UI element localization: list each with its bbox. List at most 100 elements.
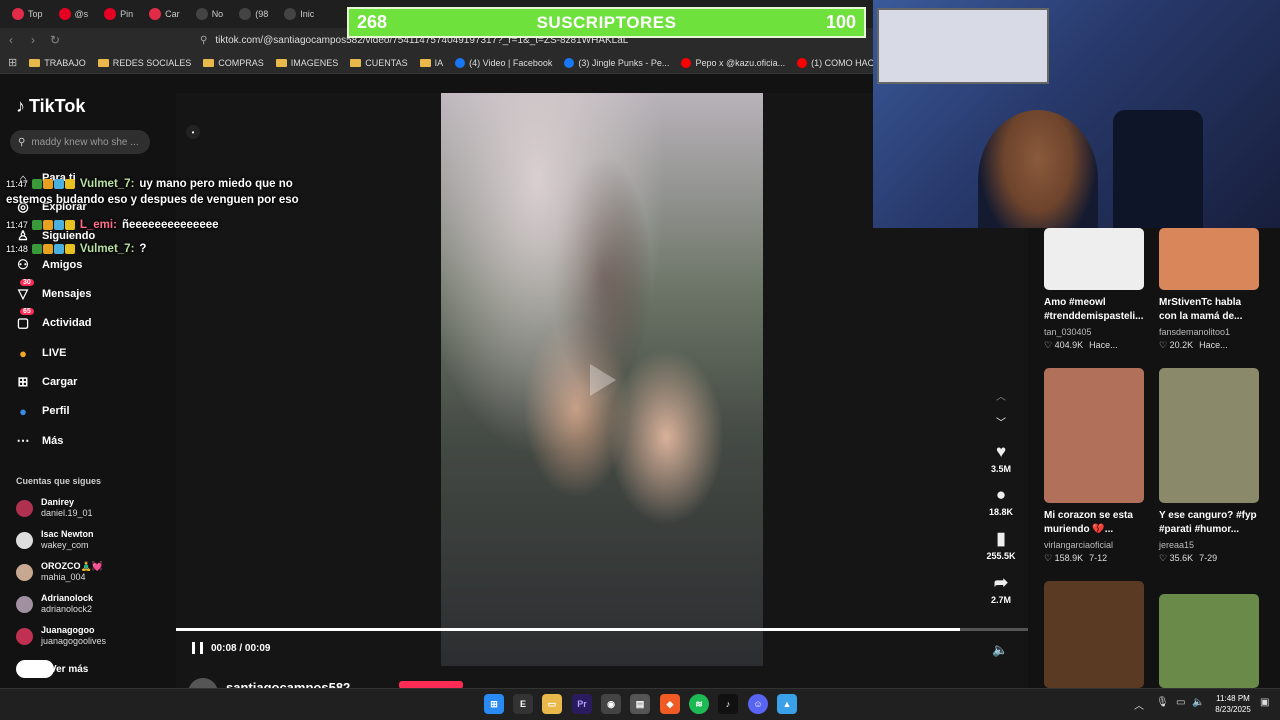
video-thumbnail[interactable] — [1044, 368, 1144, 503]
reload-icon[interactable]: ↻ — [44, 33, 66, 47]
tray-expand-icon[interactable]: ︿ — [1134, 697, 1144, 712]
video-title[interactable]: Y ese canguro? #fyp #parati #humor... — [1159, 509, 1259, 537]
nav-item[interactable]: ⊞ Cargar — [14, 371, 164, 393]
browser-tab[interactable]: Pin — [98, 3, 139, 25]
action-button[interactable]: ▮ 255.5K — [983, 529, 1019, 561]
apps-grid-icon[interactable]: ⊞ — [8, 56, 17, 69]
video-account[interactable]: virlangarciaoficial — [1044, 540, 1144, 550]
video-thumbnail[interactable] — [1044, 228, 1144, 290]
search-input[interactable]: ⚲ maddy knew who she ... — [10, 130, 150, 154]
pause-icon[interactable] — [192, 642, 203, 654]
account-handle: adrianolock2 — [41, 604, 93, 614]
following-account[interactable]: Juanagogoo juanagogoolives — [16, 622, 166, 650]
nav-item[interactable]: ⋯ Más — [14, 430, 164, 452]
bookmark-item[interactable]: CUENTAS — [350, 58, 408, 68]
video-account[interactable]: fansdemanolitoo1 — [1159, 327, 1259, 337]
following-account[interactable]: Danirey daniel.19_01 — [16, 494, 166, 522]
video-card[interactable]: Y ese canguro? #fyp #parati #humor... jer… — [1159, 368, 1259, 564]
video-account[interactable]: jereaa15 — [1159, 540, 1259, 550]
play-icon[interactable] — [590, 364, 616, 396]
back-icon[interactable]: ‹ — [0, 33, 22, 47]
nav-item[interactable]: ● Perfil — [14, 400, 164, 422]
chat-text: ? — [139, 243, 147, 255]
forward-icon[interactable]: › — [22, 33, 44, 47]
bookmark-item[interactable]: (3) Jingle Punks - Pe... — [564, 57, 669, 68]
bookmark-item[interactable]: IA — [419, 58, 443, 68]
video-thumbnail[interactable] — [1159, 594, 1259, 688]
following-account[interactable]: Isac Newton wakey_com — [16, 526, 166, 554]
bookmark-item[interactable]: TRABAJO — [29, 58, 86, 68]
recycle-bin-icon[interactable]: ▤ — [630, 694, 650, 714]
bookmark-item[interactable]: COMPRAS — [203, 58, 264, 68]
windows-start-icon[interactable]: ⊞ — [484, 694, 504, 714]
chevron-up-icon[interactable]: ︿ — [994, 388, 1008, 403]
tab-label: @s — [74, 9, 89, 19]
premiere-icon[interactable]: Pr — [572, 694, 592, 714]
bookmark-item[interactable]: REDES SOCIALES — [97, 58, 191, 68]
site-info-icon[interactable]: ⚲ — [200, 35, 207, 46]
video-title[interactable]: Amo #meowl #trenddemispasteli... — [1044, 296, 1144, 324]
browser-tab[interactable]: No — [190, 3, 230, 25]
video-thumbnail[interactable] — [1159, 228, 1259, 290]
nav-item[interactable]: ⚇ Amigos — [14, 254, 164, 276]
bookmark-icon: ▮ — [996, 529, 1006, 548]
discord-icon[interactable]: ☺ — [748, 694, 768, 714]
browser-tab[interactable]: (98 — [233, 3, 274, 25]
folder-icon — [419, 58, 431, 67]
notification-icon[interactable]: ▣ — [1260, 697, 1269, 708]
spotify-icon[interactable]: ≋ — [689, 694, 709, 714]
video-title[interactable]: MrStivenTc habla con la mamá de... — [1159, 296, 1259, 324]
bookmark-item[interactable]: (4) Video | Facebook — [455, 57, 553, 68]
action-count: 18.8K — [988, 507, 1014, 517]
nav-item[interactable]: ● LIVE — [14, 342, 164, 364]
video-thumbnail[interactable] — [1159, 368, 1259, 503]
tab-label: Top — [28, 9, 43, 19]
file-explorer-icon[interactable]: ▭ — [542, 694, 562, 714]
nav-item[interactable]: ▢ 65 Actividad — [14, 308, 164, 334]
bookmark-item[interactable]: IMAGENES — [275, 58, 338, 68]
microphone-icon[interactable]: 🎙 — [1156, 697, 1169, 708]
tiktok-app-icon[interactable]: ♪ — [718, 694, 738, 714]
video-card[interactable]: Mi corazon se esta muriendo 💔... virlanga… — [1044, 368, 1144, 564]
taskbar-clock[interactable]: 11:48 PM 8/23/2025 — [1208, 693, 1258, 715]
video-progress-bar[interactable] — [176, 628, 1028, 631]
chat-badge-icon — [42, 178, 53, 189]
chat-badge-icon — [42, 243, 53, 254]
chevron-down-icon[interactable]: ﹀ — [994, 414, 1008, 429]
video-card[interactable]: Amo #meowl #trenddemispasteli... tan_0304… — [1044, 228, 1144, 351]
folder-icon — [29, 58, 41, 67]
epic-games-icon[interactable]: E — [513, 694, 533, 714]
volume-icon[interactable]: 🔈 — [992, 642, 1008, 658]
see-more-link[interactable]: Ver más — [16, 660, 88, 678]
browser-tab[interactable]: Car — [143, 3, 186, 25]
video-thumbnail[interactable] — [1044, 581, 1144, 688]
video-account[interactable]: tan_030405 — [1044, 327, 1144, 337]
tiktok-logo[interactable]: ♪ TikTok — [16, 96, 85, 117]
photos-icon[interactable]: ▲ — [777, 694, 797, 714]
chat-badge-icon — [31, 219, 42, 230]
chat-badge-icon — [64, 243, 75, 254]
bookmark-item[interactable]: Pepo x @kazu.oficia... — [681, 57, 785, 68]
speaker-icon[interactable]: 🔈 — [1192, 697, 1204, 708]
info-icon[interactable]: • — [186, 125, 200, 139]
browser-tab[interactable]: Top — [6, 3, 49, 25]
likes-count: ♡ 35.6K — [1159, 553, 1194, 563]
nav-item[interactable]: ▽ 30 Mensajes — [14, 279, 164, 305]
brave-browser-icon[interactable]: ◆ — [660, 694, 680, 714]
network-icon[interactable]: ▭ — [1176, 697, 1185, 708]
action-button[interactable]: ♥ 3.5M — [983, 442, 1019, 474]
following-account[interactable]: Adrianolock adrianolock2 — [16, 590, 166, 618]
video-title[interactable]: Mi corazon se esta muriendo 💔... — [1044, 509, 1144, 537]
video-card[interactable] — [1159, 594, 1259, 688]
following-account[interactable]: OROZCO🧘‍♂️💓 mahia_004 — [16, 558, 166, 586]
browser-tab[interactable]: Inic — [278, 3, 320, 25]
video-card[interactable]: MrStivenTc habla con la mamá de... fansde… — [1159, 228, 1259, 351]
video-card[interactable] — [1044, 581, 1144, 688]
heart-outline-icon: ♡ — [1159, 340, 1170, 350]
youtube-icon — [681, 57, 692, 68]
action-button[interactable]: ● 18.8K — [983, 485, 1019, 517]
action-button[interactable]: ➦ 2.7M — [983, 573, 1019, 605]
bookmark-label: (4) Video | Facebook — [469, 57, 553, 68]
browser-tab[interactable]: @s — [53, 3, 95, 25]
obs-icon[interactable]: ◉ — [601, 694, 621, 714]
